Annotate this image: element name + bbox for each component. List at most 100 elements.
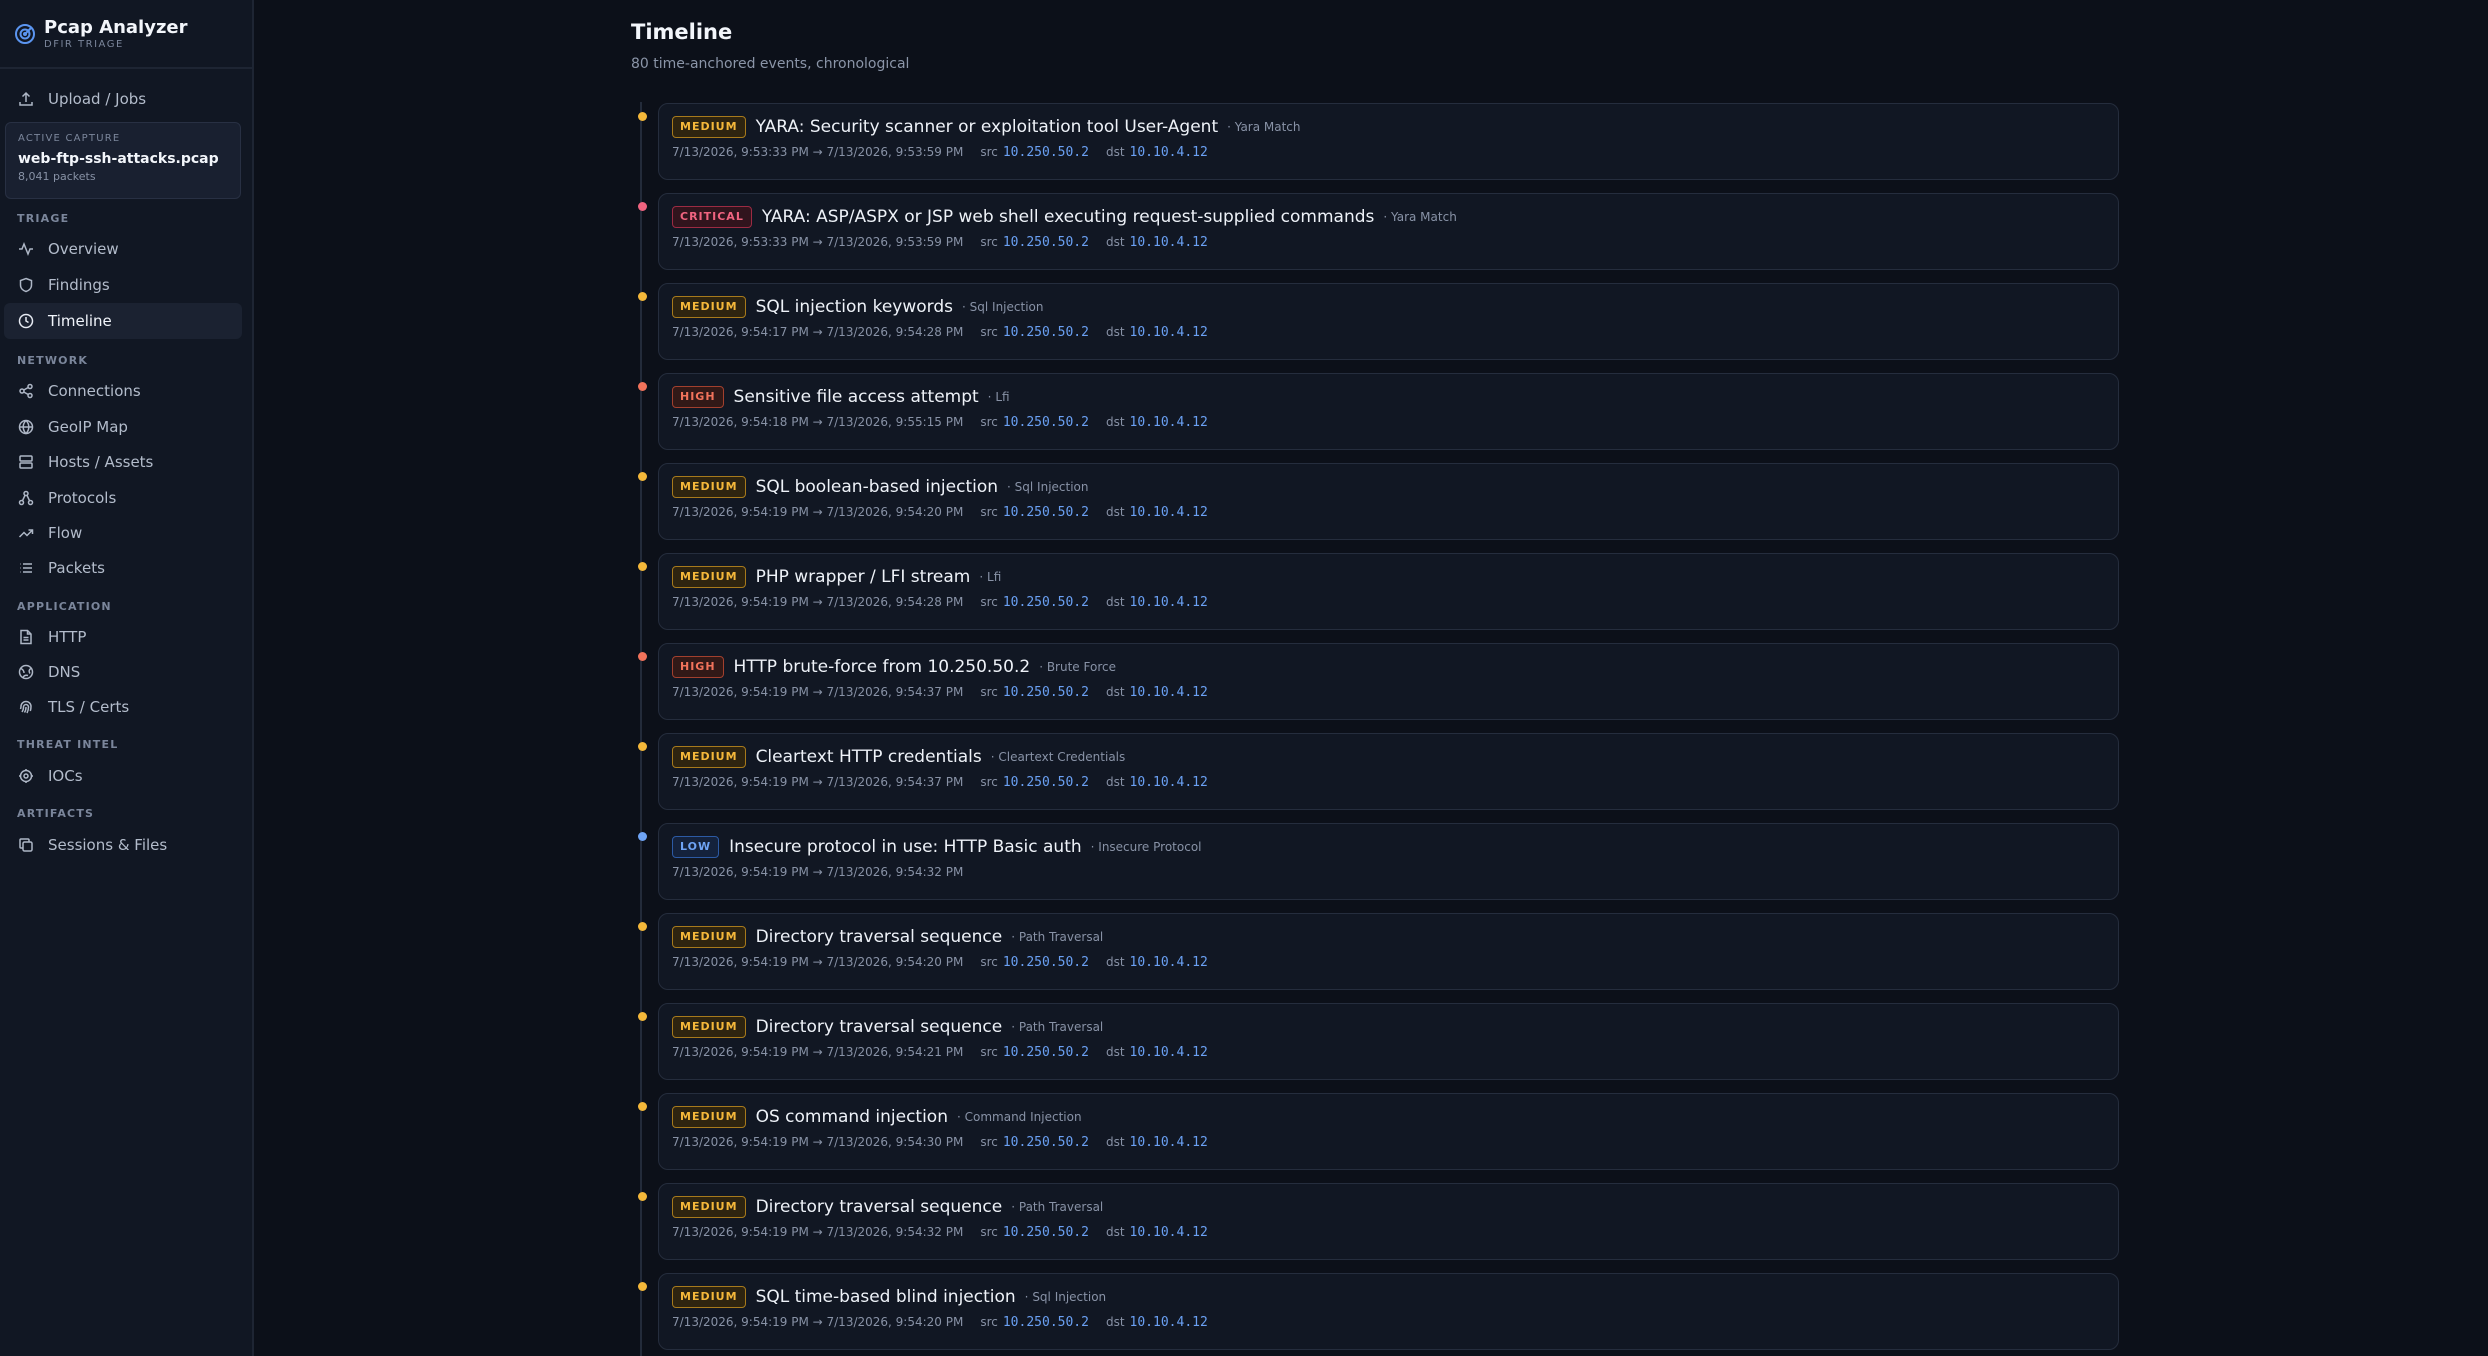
timeline-event[interactable]: MEDIUM Directory traversal sequence Path T… <box>638 1183 2119 1260</box>
nav-label: TLS / Certs <box>48 698 130 716</box>
src-ip[interactable]: 10.250.50.2 <box>1003 1045 1089 1060</box>
src-ip[interactable]: 10.250.50.2 <box>1003 505 1089 520</box>
event-time-range: 7/13/2026, 9:53:33 PM → 7/13/2026, 9:53:… <box>672 235 964 249</box>
nav-sessions-files[interactable]: Sessions & Files <box>4 827 242 863</box>
dst-ip[interactable]: 10.10.4.12 <box>1130 1045 1208 1060</box>
src-ip[interactable]: 10.250.50.2 <box>1003 145 1089 160</box>
event-category: Yara Match <box>1383 210 1457 224</box>
dst-ip[interactable]: 10.10.4.12 <box>1130 1315 1208 1330</box>
src-ip[interactable]: 10.250.50.2 <box>1003 685 1089 700</box>
brand[interactable]: Pcap Analyzer DFIR TRIAGE <box>0 0 252 69</box>
src-ip[interactable]: 10.250.50.2 <box>1003 1315 1089 1330</box>
severity-badge: HIGH <box>672 386 724 408</box>
event-title: YARA: ASP/ASPX or JSP web shell executin… <box>761 207 1375 227</box>
timeline-event[interactable]: MEDIUM Cleartext HTTP credentials Cleartex… <box>638 733 2119 810</box>
nav-dns[interactable]: DNS <box>4 654 242 690</box>
timeline-event[interactable]: CRITICAL YARA: ASP/ASPX or JSP web shell … <box>638 193 2119 270</box>
dst-ip[interactable]: 10.10.4.12 <box>1130 145 1208 160</box>
timeline-event[interactable]: MEDIUM PHP wrapper / LFI stream Lfi 7/13/20… <box>638 553 2119 630</box>
section-artifacts: ARTIFACTS <box>17 807 95 820</box>
nav-label: Protocols <box>48 489 117 507</box>
timeline-event[interactable]: HIGH Sensitive file access attempt Lfi 7/13… <box>638 373 2119 450</box>
src-ip[interactable]: 10.250.50.2 <box>1003 595 1089 610</box>
src-label: src <box>980 1315 998 1329</box>
event-category: Yara Match <box>1227 120 1301 134</box>
src-ip[interactable]: 10.250.50.2 <box>1003 1225 1089 1240</box>
dst-label: dst <box>1105 1135 1125 1149</box>
nav-timeline[interactable]: Timeline <box>4 303 242 339</box>
dst-ip[interactable]: 10.10.4.12 <box>1130 1135 1208 1150</box>
dst-label: dst <box>1105 325 1125 339</box>
dst-label: dst <box>1105 145 1125 159</box>
nav-upload-jobs[interactable]: Upload / Jobs <box>4 81 242 117</box>
src-ip[interactable]: 10.250.50.2 <box>1003 415 1089 430</box>
nav-connections[interactable]: Connections <box>4 373 242 409</box>
severity-badge: MEDIUM <box>672 116 746 138</box>
event-title: HTTP brute-force from 10.250.50.2 <box>733 657 1031 677</box>
timeline-event[interactable]: LOW Insecure protocol in use: HTTP Basic … <box>638 823 2119 900</box>
timeline-event[interactable]: MEDIUM Directory traversal sequence Path T… <box>638 913 2119 990</box>
event-title: PHP wrapper / LFI stream <box>755 567 971 587</box>
event-title: SQL boolean-based injection <box>755 477 999 497</box>
nav-http[interactable]: HTTP <box>4 619 242 655</box>
page-title: Timeline <box>631 20 733 44</box>
dst-label: dst <box>1105 505 1125 519</box>
dst-ip[interactable]: 10.10.4.12 <box>1130 685 1208 700</box>
timeline-event[interactable]: MEDIUM SQL boolean-based injection Sql Inj… <box>638 463 2119 540</box>
dst-ip[interactable]: 10.10.4.12 <box>1130 235 1208 250</box>
event-category: Sql Injection <box>1025 1290 1106 1304</box>
event-category: Path Traversal <box>1011 1200 1103 1214</box>
nav-iocs[interactable]: IOCs <box>4 758 242 794</box>
nav-label: Connections <box>48 382 141 400</box>
timeline-event[interactable]: MEDIUM Directory traversal sequence Path T… <box>638 1003 2119 1080</box>
event-category: Lfi <box>979 570 1001 584</box>
file-icon <box>18 629 34 645</box>
dst-ip[interactable]: 10.10.4.12 <box>1130 1225 1208 1240</box>
timeline-dot <box>638 922 647 931</box>
dns-icon <box>18 664 34 680</box>
shield-icon <box>18 277 34 293</box>
timeline-event[interactable]: MEDIUM SQL time-based blind injection Sql … <box>638 1273 2119 1350</box>
src-ip[interactable]: 10.250.50.2 <box>1003 235 1089 250</box>
nav-geoip-map[interactable]: GeoIP Map <box>4 409 242 445</box>
nav-findings[interactable]: Findings <box>4 267 242 303</box>
nav-overview[interactable]: Overview <box>4 231 242 267</box>
timeline-event[interactable]: MEDIUM SQL injection keywords Sql Injectio… <box>638 283 2119 360</box>
severity-badge: MEDIUM <box>672 1106 746 1128</box>
src-ip[interactable]: 10.250.50.2 <box>1003 325 1089 340</box>
src-ip[interactable]: 10.250.50.2 <box>1003 1135 1089 1150</box>
active-capture-card: ACTIVE CAPTURE web-ftp-ssh-attacks.pcap … <box>5 122 241 199</box>
nav-hosts-assets[interactable]: Hosts / Assets <box>4 444 242 480</box>
timeline-event[interactable]: HIGH HTTP brute-force from 10.250.50.2 Bru… <box>638 643 2119 720</box>
dst-ip[interactable]: 10.10.4.12 <box>1130 415 1208 430</box>
dst-ip[interactable]: 10.10.4.12 <box>1130 955 1208 970</box>
timeline-dot <box>638 292 647 301</box>
event-title: Directory traversal sequence <box>755 1017 1003 1037</box>
dst-label: dst <box>1105 1315 1125 1329</box>
nav-label: Findings <box>48 276 110 294</box>
event-time-range: 7/13/2026, 9:54:19 PM → 7/13/2026, 9:54:… <box>672 1225 964 1239</box>
src-ip[interactable]: 10.250.50.2 <box>1003 775 1089 790</box>
nav-protocols[interactable]: Protocols <box>4 480 242 516</box>
timeline-dot <box>638 112 647 121</box>
severity-badge: LOW <box>672 836 720 858</box>
src-label: src <box>980 1225 998 1239</box>
event-time-range: 7/13/2026, 9:54:19 PM → 7/13/2026, 9:54:… <box>672 1315 964 1329</box>
event-category: Lfi <box>988 390 1009 404</box>
timeline-event[interactable]: MEDIUM OS command injection Command Inject… <box>638 1093 2119 1170</box>
nav-flow[interactable]: Flow <box>4 515 242 551</box>
timeline-event[interactable]: MEDIUM YARA: Security scanner or exploita… <box>638 103 2119 180</box>
severity-badge: MEDIUM <box>672 1196 746 1218</box>
dst-ip[interactable]: 10.10.4.12 <box>1130 505 1208 520</box>
event-category: Cleartext Credentials <box>991 750 1125 764</box>
src-ip[interactable]: 10.250.50.2 <box>1003 955 1089 970</box>
severity-badge: MEDIUM <box>672 566 746 588</box>
severity-badge: HIGH <box>672 656 724 678</box>
event-category: Sql Injection <box>962 300 1044 314</box>
dst-ip[interactable]: 10.10.4.12 <box>1130 595 1208 610</box>
dst-ip[interactable]: 10.10.4.12 <box>1130 775 1208 790</box>
dst-ip[interactable]: 10.10.4.12 <box>1130 325 1208 340</box>
nav-packets[interactable]: Packets <box>4 550 242 586</box>
timeline-dot <box>638 832 647 841</box>
nav-tls-certs[interactable]: TLS / Certs <box>4 689 242 725</box>
